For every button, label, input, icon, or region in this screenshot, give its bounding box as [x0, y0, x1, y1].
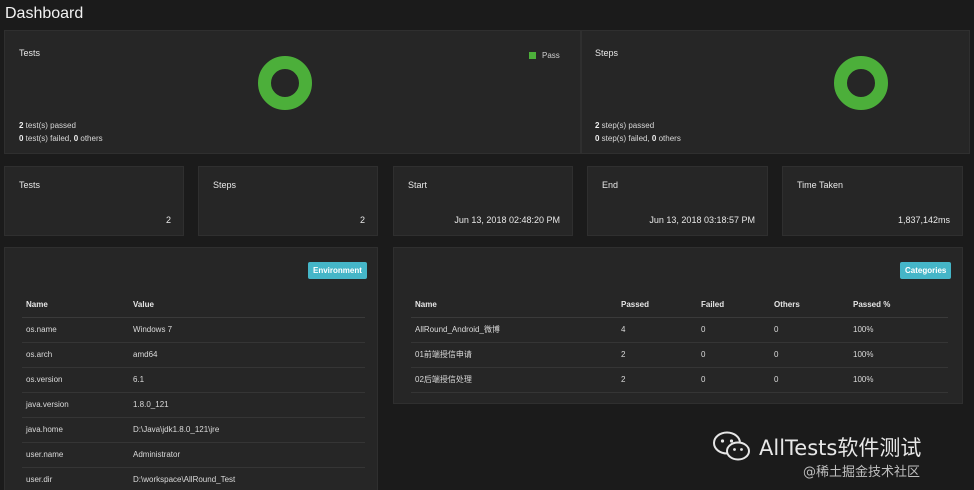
steps-others-text: others — [656, 134, 681, 143]
steps-pass-donut — [834, 56, 888, 110]
passed-cell: 2 — [621, 342, 701, 368]
tests-failed-text: test(s) failed, — [23, 134, 74, 143]
env-name-cell: java.home — [22, 417, 133, 443]
stat-value: Jun 13, 2018 03:18:57 PM — [649, 215, 755, 225]
categories-badge[interactable]: Categories — [900, 262, 952, 279]
pass-legend-swatch — [529, 52, 536, 59]
env-name-cell: user.dir — [22, 467, 133, 490]
env-value-cell: Windows 7 — [133, 317, 365, 343]
steps-chart-panel: Steps 2 step(s) passed 0 step(s) failed,… — [581, 30, 970, 154]
env-name-cell: os.name — [22, 317, 133, 343]
stat-card-tests: Tests 2 — [4, 166, 184, 236]
column-header: Name — [22, 293, 133, 318]
column-header: Value — [133, 293, 365, 318]
env-value-cell: D:\workspace\AllRound_Test — [133, 467, 365, 490]
categories-table: Name Passed Failed Others Passed % AllRo… — [411, 293, 948, 393]
passed-percent-cell: 100% — [853, 342, 948, 368]
table-row: 02后端授信处理 2 0 0 100% — [411, 367, 948, 393]
stat-value: 2 — [165, 215, 171, 225]
env-value-cell: Administrator — [133, 442, 365, 468]
table-header-row: Name Passed Failed Others Passed % — [411, 293, 948, 318]
tests-chart-panel: Tests Pass 2 test(s) passed 0 test(s) fa… — [4, 30, 581, 154]
watermark-credit: @稀土掘金技术社区 — [803, 465, 921, 480]
stat-value: Jun 13, 2018 02:48:20 PM — [454, 215, 560, 225]
stat-label: Tests — [19, 180, 41, 190]
stat-label: Start — [408, 180, 428, 190]
table-row: 01前端授信申请 2 0 0 100% — [411, 342, 948, 368]
column-header: Failed — [701, 293, 774, 318]
others-cell: 0 — [774, 342, 853, 368]
env-value-cell: amd64 — [133, 342, 365, 368]
stat-card-start: Start Jun 13, 2018 02:48:20 PM — [393, 166, 573, 236]
column-header: Name — [411, 293, 621, 318]
watermark-brand: AllTests软件测试 — [759, 436, 922, 460]
tests-summary: 2 test(s) passed 0 test(s) failed, 0 oth… — [19, 119, 103, 145]
stat-card-end: End Jun 13, 2018 03:18:57 PM — [587, 166, 768, 236]
passed-cell: 2 — [621, 367, 701, 393]
column-header: Passed — [621, 293, 701, 318]
tests-chart-label: Tests — [19, 48, 41, 58]
passed-cell: 4 — [621, 317, 701, 343]
stat-label: End — [602, 180, 619, 190]
column-header: Others — [774, 293, 853, 318]
env-name-cell: user.name — [22, 442, 133, 468]
env-name-cell: os.arch — [22, 342, 133, 368]
others-cell: 0 — [774, 317, 853, 343]
category-name-cell: 01前端授信申请 — [411, 342, 621, 368]
failed-cell: 0 — [701, 317, 774, 343]
table-row: os.version 6.1 — [22, 367, 365, 393]
stat-value: 1,837,142ms — [897, 215, 950, 225]
stat-label: Steps — [213, 180, 237, 190]
wechat-icon — [713, 431, 750, 461]
stat-card-time-taken: Time Taken 1,837,142ms — [782, 166, 963, 236]
category-name-cell: 02后端授信处理 — [411, 367, 621, 393]
steps-summary: 2 step(s) passed 0 step(s) failed, 0 oth… — [595, 119, 681, 145]
table-row: java.home D:\Java\jdk1.8.0_121\jre — [22, 417, 365, 443]
steps-passed-text: step(s) passed — [599, 121, 655, 130]
stat-value: 2 — [359, 215, 365, 225]
table-row: os.name Windows 7 — [22, 317, 365, 343]
steps-chart-label: Steps — [595, 48, 619, 58]
env-value-cell: D:\Java\jdk1.8.0_121\jre — [133, 417, 365, 443]
environment-table: Name Value os.name Windows 7 os.arch amd64… — [22, 293, 365, 490]
table-row: os.arch amd64 — [22, 342, 365, 368]
env-value-cell: 1.8.0_121 — [133, 392, 365, 418]
category-name-cell: AllRound_Android_微博 — [411, 317, 621, 343]
column-header: Passed % — [853, 293, 948, 318]
categories-panel: Categories Name Passed Failed Others Pas… — [393, 247, 963, 404]
others-cell: 0 — [774, 367, 853, 393]
page-title: Dashboard — [5, 5, 84, 22]
passed-percent-cell: 100% — [853, 317, 948, 343]
stat-label: Time Taken — [797, 180, 844, 190]
env-name-cell: os.version — [22, 367, 133, 393]
table-row: AllRound_Android_微博 4 0 0 100% — [411, 317, 948, 343]
table-row: java.version 1.8.0_121 — [22, 392, 365, 418]
environment-panel: Environment Name Value os.name Windows 7 … — [4, 247, 378, 490]
tests-pass-donut — [258, 56, 312, 110]
steps-failed-text: step(s) failed, — [599, 134, 652, 143]
tests-passed-text: test(s) passed — [23, 121, 76, 130]
failed-cell: 0 — [701, 367, 774, 393]
pass-legend-label: Pass — [542, 51, 560, 60]
table-row: user.dir D:\workspace\AllRound_Test — [22, 467, 365, 490]
table-header-row: Name Value — [22, 293, 365, 318]
environment-badge[interactable]: Environment — [308, 262, 367, 279]
env-name-cell: java.version — [22, 392, 133, 418]
table-row: user.name Administrator — [22, 442, 365, 468]
env-value-cell: 6.1 — [133, 367, 365, 393]
passed-percent-cell: 100% — [853, 367, 948, 393]
failed-cell: 0 — [701, 342, 774, 368]
stat-card-steps: Steps 2 — [198, 166, 378, 236]
tests-others-text: others — [78, 134, 103, 143]
chart-legend[interactable]: Pass — [529, 51, 560, 60]
